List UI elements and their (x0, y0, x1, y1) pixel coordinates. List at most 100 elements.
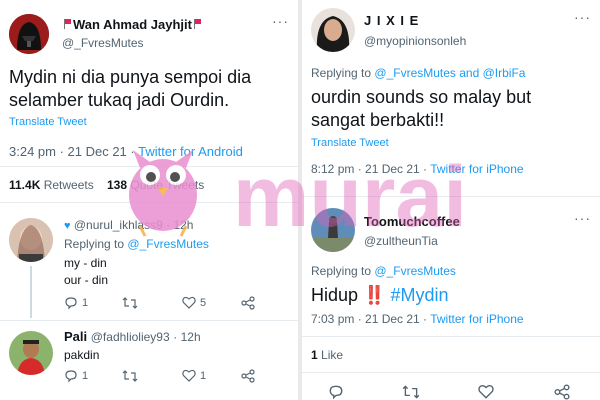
time-text[interactable]: 8:12 pm · 21 Dec 21 · (311, 162, 427, 176)
likes-count: 1 (311, 348, 318, 362)
heart-icon (182, 369, 196, 382)
profile-photo-image (9, 218, 53, 262)
right-screenshot-panel: J I X I E @myopinionsonleh ··· Replying … (302, 0, 600, 400)
divider (0, 202, 298, 203)
tweet-text: Hidup ‼️ #Mydin (311, 284, 449, 307)
avatar[interactable] (311, 8, 355, 52)
tweet-author-handle[interactable]: @zultheunTia (364, 234, 438, 248)
reply-author[interactable]: Pali @fadhlioliey93 · 12h (64, 329, 201, 344)
quote-tweets-stat[interactable]: 138 Quote Tweets (107, 178, 204, 192)
tweet-text: Mydin ni dia punya sempoi dia selamber t… (9, 67, 252, 110)
retweet-button[interactable] (122, 296, 138, 310)
retweets-stat[interactable]: 11.4K Retweets (9, 178, 94, 192)
reply-button[interactable]: 1 (64, 369, 88, 383)
flag-icon (193, 19, 201, 29)
thread-line (30, 266, 32, 318)
reply-text-line-1: my - din (64, 256, 107, 270)
divider (302, 372, 600, 373)
share-icon (241, 369, 255, 383)
divider (302, 336, 600, 337)
quotes-count: 138 (107, 178, 128, 192)
replying-prefix: Replying to (311, 66, 372, 80)
reply-author-name: Pali (64, 329, 88, 344)
replying-to: Replying to @_FvresMutes and @IrbiFa (311, 66, 525, 80)
darth-vader-avatar-image (9, 14, 49, 54)
tweet-author-handle[interactable]: @_FvresMutes (62, 36, 144, 50)
tweet-author-name[interactable]: Wan Ahmad Jayhjit (62, 17, 203, 32)
tweet-author-handle[interactable]: @myopinionsonleh (364, 34, 466, 48)
translate-tweet-link[interactable]: Translate Tweet (9, 116, 87, 128)
reply-time: · 12h (173, 330, 201, 344)
tweet-author-name[interactable]: J I X I E (364, 13, 419, 28)
heart-icon (182, 296, 196, 309)
source-link[interactable]: Twitter for iPhone (430, 312, 523, 326)
like-button[interactable]: 5 (182, 296, 206, 309)
like-count: 5 (200, 296, 207, 309)
reply-author-handle: @fadhlioliey93 (90, 330, 170, 344)
hashtag-link[interactable]: #Mydin (390, 285, 448, 305)
like-count: 1 (200, 369, 207, 382)
flag-icon (64, 19, 71, 29)
like-button[interactable]: 1 (182, 369, 206, 382)
more-icon[interactable]: ··· (272, 13, 289, 29)
retweet-icon (122, 370, 138, 382)
reply-icon (329, 385, 343, 400)
avatar[interactable] (9, 14, 49, 54)
profile-photo-image (9, 331, 53, 375)
blue-heart-icon: ♥ (64, 220, 71, 232)
replying-to: Replying to @_FvresMutes (311, 264, 456, 278)
reply-count: 1 (82, 297, 89, 309)
replying-prefix: Replying to (64, 237, 125, 251)
tweet-timestamp: 8:12 pm · 21 Dec 21 · Twitter for iPhone (311, 162, 524, 176)
retweets-count: 11.4K (9, 178, 41, 192)
reply-text: pakdin (64, 348, 100, 362)
divider (0, 166, 298, 167)
quotes-label: Quote Tweets (130, 178, 205, 192)
reply-button[interactable] (328, 384, 344, 400)
time-text[interactable]: 7:03 pm · 21 Dec 21 · (311, 312, 427, 326)
retweets-label: Retweets (43, 178, 94, 192)
share-button[interactable] (554, 384, 570, 400)
left-screenshot-panel: Wan Ahmad Jayhjit @_FvresMutes ··· Mydin… (0, 0, 298, 400)
reply-time: · 12h (166, 218, 194, 232)
tweet-text-plain: Hidup (311, 285, 359, 305)
replying-to-link[interactable]: @_FvresMutes (127, 237, 209, 251)
likes-stat[interactable]: 1 Like (311, 348, 343, 362)
double-exclamation-icon: ‼️ (363, 285, 386, 305)
retweet-button[interactable] (402, 384, 420, 400)
avatar[interactable] (9, 331, 53, 375)
reply-text-line-2: our - din (64, 273, 109, 287)
tweet-timestamp: 3:24 pm · 21 Dec 21 · Twitter for Androi… (9, 144, 243, 159)
replying-prefix: Replying to (311, 264, 372, 278)
retweet-button[interactable] (122, 369, 138, 383)
source-link[interactable]: Twitter for iPhone (430, 162, 523, 176)
profile-photo-image (311, 8, 355, 52)
avatar[interactable] (311, 208, 355, 252)
reply-icon (65, 370, 77, 383)
tweet-text: ourdin sounds so malay but sangat berbak… (311, 87, 532, 130)
heart-icon (478, 385, 494, 399)
share-icon (241, 296, 255, 310)
reply-author[interactable]: ♥ @nurul_ikhlass9 · 12h (64, 218, 193, 232)
reply-icon (65, 297, 77, 310)
share-button[interactable] (241, 296, 255, 310)
retweet-icon (122, 297, 138, 309)
avatar[interactable] (9, 218, 53, 262)
replying-to: Replying to @_FvresMutes (64, 237, 209, 251)
tweet-author-name[interactable]: Toomuchcoffee (364, 214, 460, 229)
profile-photo-image (311, 208, 355, 252)
more-icon[interactable]: ··· (574, 9, 591, 25)
divider (302, 196, 600, 197)
reply-author-handle: @nurul_ikhlass9 (73, 218, 163, 232)
time-text[interactable]: 3:24 pm · 21 Dec 21 · (9, 144, 135, 159)
divider (0, 320, 298, 321)
share-button[interactable] (241, 369, 255, 383)
reply-button[interactable]: 1 (64, 296, 88, 310)
more-icon[interactable]: ··· (574, 210, 591, 226)
author-name-text: Wan Ahmad Jayhjit (73, 17, 192, 32)
replying-to-link[interactable]: @_FvresMutes (374, 264, 456, 278)
source-link[interactable]: Twitter for Android (138, 144, 243, 159)
replying-to-link[interactable]: @_FvresMutes and @IrbiFa (374, 66, 525, 80)
like-button[interactable] (478, 384, 494, 399)
translate-tweet-link[interactable]: Translate Tweet (311, 137, 389, 149)
